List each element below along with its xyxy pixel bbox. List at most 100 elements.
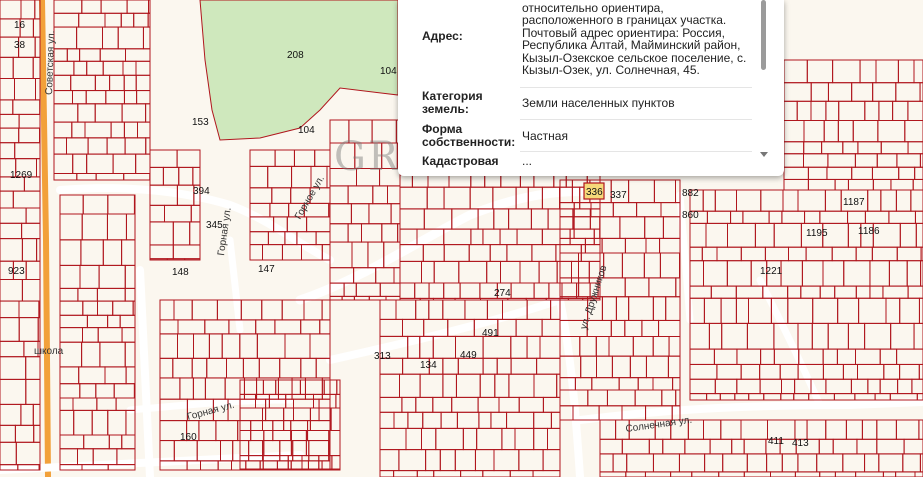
- parcel[interactable]: [547, 427, 561, 451]
- parcel[interactable]: [854, 393, 876, 401]
- parcel[interactable]: [781, 378, 796, 395]
- parcel[interactable]: [59, 264, 81, 289]
- parcel[interactable]: [329, 223, 349, 243]
- parcel[interactable]: [559, 216, 575, 239]
- parcel[interactable]: [899, 364, 920, 380]
- parcel[interactable]: [713, 348, 738, 365]
- parcel[interactable]: [593, 228, 601, 246]
- parcel[interactable]: [59, 300, 84, 316]
- parcel[interactable]: [119, 314, 136, 329]
- parcel[interactable]: [818, 438, 834, 455]
- parcel[interactable]: [142, 26, 151, 50]
- parcel[interactable]: [372, 185, 388, 205]
- parcel[interactable]: [309, 407, 332, 431]
- parcel[interactable]: [831, 246, 857, 262]
- parcel[interactable]: [689, 364, 718, 380]
- parcel[interactable]: [736, 378, 761, 395]
- parcel[interactable]: [402, 318, 425, 337]
- parcel[interactable]: [794, 419, 808, 440]
- parcel[interactable]: [14, 424, 35, 443]
- parcel[interactable]: [240, 299, 263, 321]
- parcel[interactable]: [599, 471, 627, 477]
- parcel[interactable]: [608, 336, 634, 357]
- parcel[interactable]: [355, 282, 381, 297]
- parcel[interactable]: [375, 267, 395, 284]
- parcel[interactable]: [783, 120, 805, 143]
- parcel[interactable]: [722, 453, 748, 473]
- parcel[interactable]: [73, 409, 93, 436]
- parcel[interactable]: [913, 322, 923, 350]
- parcel[interactable]: [79, 264, 100, 289]
- parcel[interactable]: [353, 295, 370, 301]
- parcel[interactable]: [440, 411, 458, 429]
- parcel[interactable]: [573, 202, 592, 218]
- parcel[interactable]: [0, 356, 27, 380]
- parcel[interactable]: [125, 366, 136, 385]
- parcel[interactable]: [533, 282, 550, 299]
- parcel[interactable]: [0, 340, 25, 358]
- parcel[interactable]: [262, 379, 277, 395]
- parcel[interactable]: [95, 173, 125, 181]
- parcel[interactable]: [399, 260, 422, 284]
- parcel[interactable]: [459, 282, 481, 299]
- parcel[interactable]: [21, 279, 41, 302]
- parcel[interactable]: [787, 285, 802, 299]
- parcel[interactable]: [102, 239, 123, 266]
- parcel[interactable]: [885, 297, 901, 324]
- parcel[interactable]: [659, 237, 681, 254]
- parcel[interactable]: [878, 100, 894, 122]
- parcel[interactable]: [454, 449, 476, 472]
- parcel[interactable]: [854, 153, 878, 168]
- parcel[interactable]: [439, 449, 456, 472]
- parcel[interactable]: [337, 468, 341, 471]
- parcel[interactable]: [823, 120, 839, 143]
- parcel[interactable]: [580, 355, 598, 379]
- parcel[interactable]: [621, 438, 650, 455]
- parcel[interactable]: [315, 231, 331, 246]
- parcel[interactable]: [861, 419, 878, 440]
- parcel[interactable]: [516, 228, 543, 246]
- parcel[interactable]: [740, 246, 766, 262]
- parcel[interactable]: [822, 364, 844, 380]
- parcel[interactable]: [678, 453, 706, 473]
- parcel[interactable]: [634, 389, 663, 407]
- parcel[interactable]: [300, 357, 317, 379]
- parcel[interactable]: [869, 260, 890, 287]
- parcel[interactable]: [482, 335, 512, 359]
- scroll-down-arrow-icon[interactable]: [760, 152, 768, 157]
- parcel[interactable]: [460, 470, 484, 477]
- parcel[interactable]: [193, 333, 210, 359]
- parcel[interactable]: [807, 179, 836, 191]
- parcel[interactable]: [415, 299, 430, 320]
- parcel[interactable]: [760, 189, 784, 212]
- parcel[interactable]: [740, 419, 768, 440]
- parcel[interactable]: [422, 411, 442, 429]
- parcel[interactable]: [323, 379, 338, 395]
- parcel[interactable]: [53, 74, 72, 92]
- parcel[interactable]: [104, 366, 127, 385]
- parcel[interactable]: [783, 179, 809, 191]
- parcel[interactable]: [443, 282, 461, 299]
- parcel[interactable]: [350, 203, 370, 225]
- parcel[interactable]: [864, 210, 890, 224]
- parcel[interactable]: [740, 364, 761, 380]
- parcel[interactable]: [501, 427, 516, 451]
- parcel[interactable]: [763, 393, 782, 401]
- parcel[interactable]: [542, 449, 561, 472]
- parcel[interactable]: [249, 244, 263, 261]
- parcel[interactable]: [646, 355, 669, 379]
- parcel[interactable]: [435, 427, 464, 451]
- parcel[interactable]: [834, 179, 849, 191]
- parcel[interactable]: [190, 204, 201, 223]
- parcel[interactable]: [842, 364, 859, 380]
- parcel[interactable]: [850, 378, 869, 395]
- parcel[interactable]: [855, 246, 873, 262]
- parcel[interactable]: [805, 246, 833, 262]
- parcel[interactable]: [731, 438, 745, 455]
- parcel[interactable]: [478, 411, 492, 429]
- parcel[interactable]: [66, 137, 89, 155]
- parcel[interactable]: [159, 299, 175, 321]
- parcel[interactable]: [34, 36, 41, 58]
- parcel[interactable]: [803, 141, 823, 155]
- parcel[interactable]: [494, 373, 510, 398]
